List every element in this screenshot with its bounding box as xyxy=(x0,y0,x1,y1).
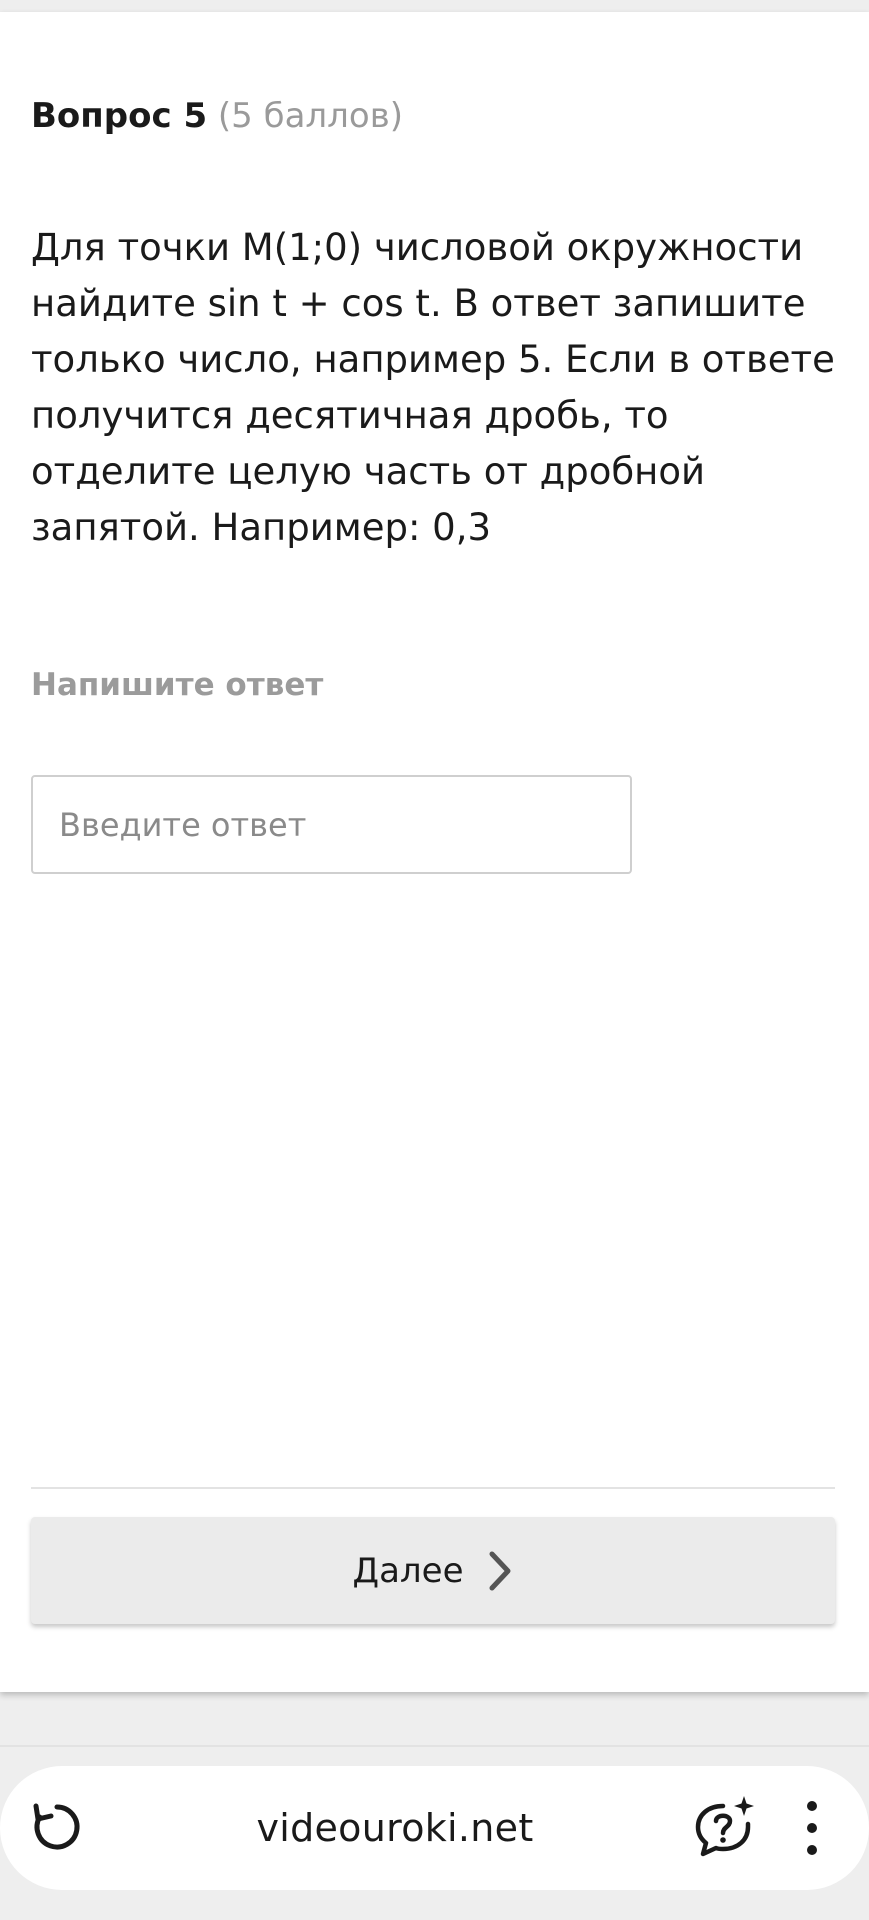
answer-input[interactable] xyxy=(31,775,632,874)
more-vertical-icon[interactable] xyxy=(792,1796,832,1860)
next-button[interactable]: Далее xyxy=(31,1517,835,1624)
reload-icon[interactable] xyxy=(26,1796,88,1858)
question-header: Вопрос 5 (5 баллов) xyxy=(31,94,403,138)
question-text: Для точки M(1;0) числовой окружности най… xyxy=(31,226,835,549)
browser-bottom-bar: videouroki.net xyxy=(0,1766,869,1890)
status-strip xyxy=(0,0,869,12)
chevron-right-icon xyxy=(489,1551,511,1590)
question-points: (5 баллов) xyxy=(217,96,403,136)
next-button-label: Далее xyxy=(352,1550,464,1591)
question-title: Вопрос 5 xyxy=(31,96,208,136)
assistant-chat-icon[interactable] xyxy=(690,1792,760,1862)
question-card: Вопрос 5 (5 баллов) Для точки M(1;0) чис… xyxy=(0,12,869,1692)
separator-line xyxy=(0,1745,869,1747)
divider xyxy=(31,1487,835,1489)
answer-label: Напишите ответ xyxy=(31,667,324,703)
url-text[interactable]: videouroki.net xyxy=(180,1802,610,1854)
